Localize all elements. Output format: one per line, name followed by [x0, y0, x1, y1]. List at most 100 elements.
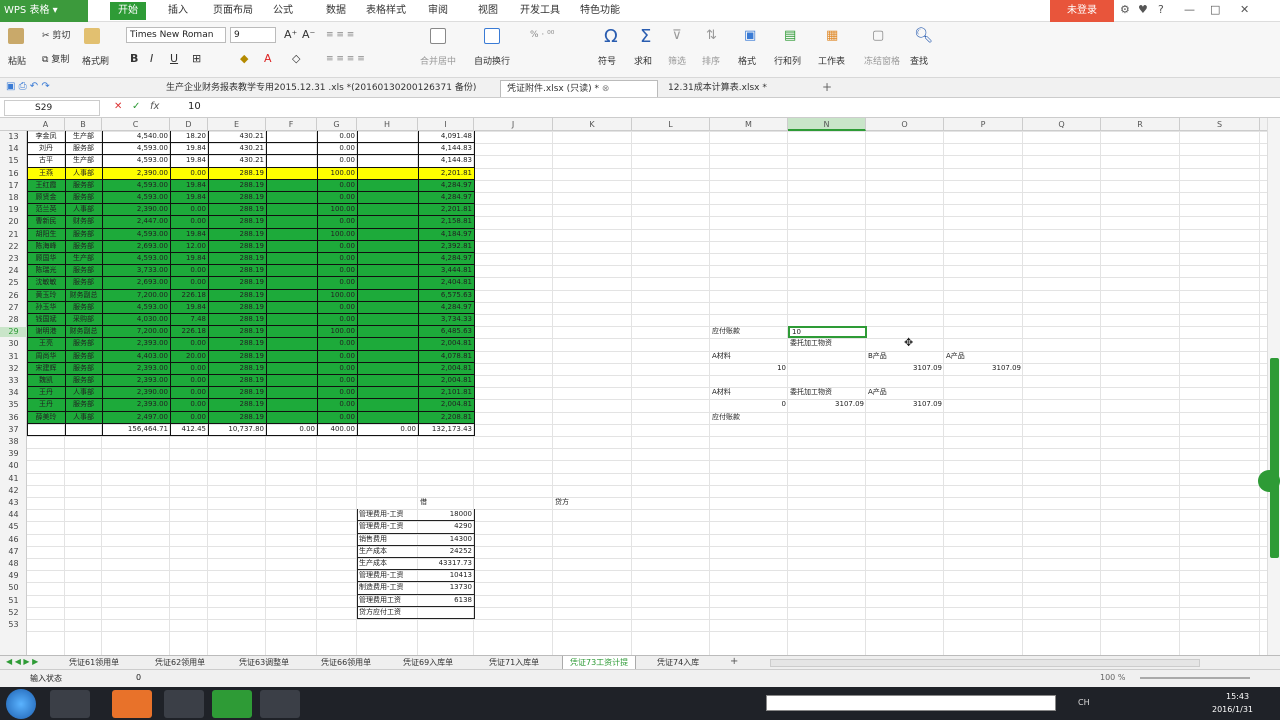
sigma-icon[interactable]: Σ — [640, 26, 651, 47]
cell-A16[interactable]: 王燕 — [27, 169, 65, 179]
sheet-tab-5[interactable]: 凭证71入库单 — [482, 656, 546, 670]
menu-3[interactable]: 公式 — [265, 2, 301, 20]
cell-E28[interactable]: 288.19 — [208, 315, 266, 325]
cell-D15[interactable]: 19.84 — [170, 156, 208, 166]
font-grow-icon[interactable]: A⁺ — [284, 28, 297, 41]
cell-F23[interactable] — [266, 254, 317, 264]
cell-D31[interactable]: 20.00 — [170, 352, 208, 362]
cell-I36[interactable]: 2,208.81 — [418, 413, 474, 423]
column-header-A[interactable]: A — [27, 118, 65, 131]
cell-C31[interactable]: 4,403.00 — [102, 352, 170, 362]
cell-E16[interactable]: 288.19 — [208, 169, 266, 179]
row-header-50[interactable]: 50 — [0, 583, 27, 593]
cell-F14[interactable] — [266, 144, 317, 154]
cell-I13[interactable]: 4,091.48 — [418, 132, 474, 142]
cell-D24[interactable]: 0.00 — [170, 266, 208, 276]
cell-H36[interactable] — [357, 413, 418, 423]
cell-I20[interactable]: 2,158.81 — [418, 217, 474, 227]
sheet-tab-3[interactable]: 凭证66领用单 — [314, 656, 378, 670]
cell-C35[interactable]: 2,393.00 — [102, 400, 170, 410]
row-header-49[interactable]: 49 — [0, 571, 27, 581]
cell-C24[interactable]: 3,733.00 — [102, 266, 170, 276]
column-header-R[interactable]: R — [1101, 118, 1180, 131]
symbol-button[interactable]: 符号 — [598, 54, 616, 67]
cell-D23[interactable]: 19.84 — [170, 254, 208, 264]
cell-I37[interactable]: 132,173.43 — [418, 425, 474, 435]
cell-C19[interactable]: 2,390.00 — [102, 205, 170, 215]
cell-B29[interactable]: 财务副总 — [65, 327, 102, 337]
font-color-icon[interactable]: A — [264, 52, 272, 65]
row-header-20[interactable]: 20 — [0, 217, 27, 227]
cell-I19[interactable]: 2,201.81 — [418, 205, 474, 215]
cell-D26[interactable]: 226.18 — [170, 291, 208, 301]
confirm-icon[interactable]: ✓ — [132, 101, 140, 112]
cell-D30[interactable]: 0.00 — [170, 339, 208, 349]
cell-H14[interactable] — [357, 144, 418, 154]
cell-D18[interactable]: 19.84 — [170, 193, 208, 203]
row-header-13[interactable]: 13 — [0, 132, 27, 142]
copy-button[interactable]: ⧉ 复制 — [42, 52, 69, 65]
sheet-nav-icons[interactable]: ◀ ◀ ▶ ▶ — [6, 657, 38, 666]
menu-4[interactable]: 数据 — [318, 2, 354, 20]
maximize-icon[interactable]: □ — [1210, 3, 1220, 16]
cell-C20[interactable]: 2,447.00 — [102, 217, 170, 227]
auto-wrap-button[interactable]: 自动换行 — [474, 54, 510, 67]
row-header-37[interactable]: 37 — [0, 425, 27, 435]
cut-button[interactable]: ✂ 剪切 — [42, 28, 70, 41]
selected-cell-input[interactable]: 10 — [788, 326, 867, 339]
cell-A15[interactable]: 古平 — [27, 156, 65, 166]
italic-icon[interactable]: I — [150, 52, 153, 65]
cell-I32[interactable]: 2,004.81 — [418, 364, 474, 374]
row-header-30[interactable]: 30 — [0, 339, 27, 349]
cell-E31[interactable]: 288.19 — [208, 352, 266, 362]
cell-G19[interactable]: 100.00 — [317, 205, 357, 215]
taskbar-app-5[interactable] — [260, 690, 300, 718]
find-button[interactable]: 查找 — [910, 54, 928, 67]
minimize-icon[interactable]: — — [1184, 3, 1195, 16]
menu-2[interactable]: 页面布局 — [205, 2, 261, 20]
cell-B34[interactable]: 人事部 — [65, 388, 102, 398]
cell-E18[interactable]: 288.19 — [208, 193, 266, 203]
row-header-34[interactable]: 34 — [0, 388, 27, 398]
cell-G24[interactable]: 0.00 — [317, 266, 357, 276]
name-box[interactable]: S29 — [4, 100, 100, 116]
cell-C23[interactable]: 4,593.00 — [102, 254, 170, 264]
cell-C16[interactable]: 2,390.00 — [102, 169, 170, 179]
cell-H29[interactable] — [357, 327, 418, 337]
cell-B13[interactable]: 生产部 — [65, 132, 102, 142]
menu-0[interactable]: 开始 — [110, 2, 146, 20]
sort-icon[interactable]: ⇅ — [706, 28, 717, 43]
filter-icon[interactable]: ⊽ — [672, 28, 682, 43]
cell-F15[interactable] — [266, 156, 317, 166]
cell-C30[interactable]: 2,393.00 — [102, 339, 170, 349]
cell-F22[interactable] — [266, 242, 317, 252]
font-size-select[interactable]: 9 — [230, 27, 276, 43]
cell-F17[interactable] — [266, 181, 317, 191]
cell-B17[interactable]: 服务部 — [65, 181, 102, 191]
taskbar-app-1[interactable] — [50, 690, 90, 718]
cell-D27[interactable]: 19.84 — [170, 303, 208, 313]
cell-I23[interactable]: 4,284.97 — [418, 254, 474, 264]
cell-H33[interactable] — [357, 376, 418, 386]
cell-E25[interactable]: 288.19 — [208, 278, 266, 288]
doc-tab-0[interactable]: 生产企业财务报表教学专用2015.12.31 .xls *(2016013020… — [160, 80, 496, 97]
cell-E32[interactable]: 288.19 — [208, 364, 266, 374]
cell-C26[interactable]: 7,200.00 — [102, 291, 170, 301]
row-header-21[interactable]: 21 — [0, 230, 27, 240]
cell-A35[interactable]: 王丹 — [27, 400, 65, 410]
format-painter-button[interactable] — [84, 28, 100, 47]
cell-B16[interactable]: 人事部 — [65, 169, 102, 179]
cell-A32[interactable]: 宋建辉 — [27, 364, 65, 374]
cell-A21[interactable]: 胡阳生 — [27, 230, 65, 240]
column-header-B[interactable]: B — [65, 118, 102, 131]
row-header-43[interactable]: 43 — [0, 498, 27, 508]
cell-H26[interactable] — [357, 291, 418, 301]
cell-G22[interactable]: 0.00 — [317, 242, 357, 252]
row-header-45[interactable]: 45 — [0, 522, 27, 532]
cell-G34[interactable]: 0.00 — [317, 388, 357, 398]
settings-icon[interactable]: ⚙ — [1120, 3, 1130, 16]
cell-H17[interactable] — [357, 181, 418, 191]
cell-E23[interactable]: 288.19 — [208, 254, 266, 264]
row-header-27[interactable]: 27 — [0, 303, 27, 313]
cell-G30[interactable]: 0.00 — [317, 339, 357, 349]
